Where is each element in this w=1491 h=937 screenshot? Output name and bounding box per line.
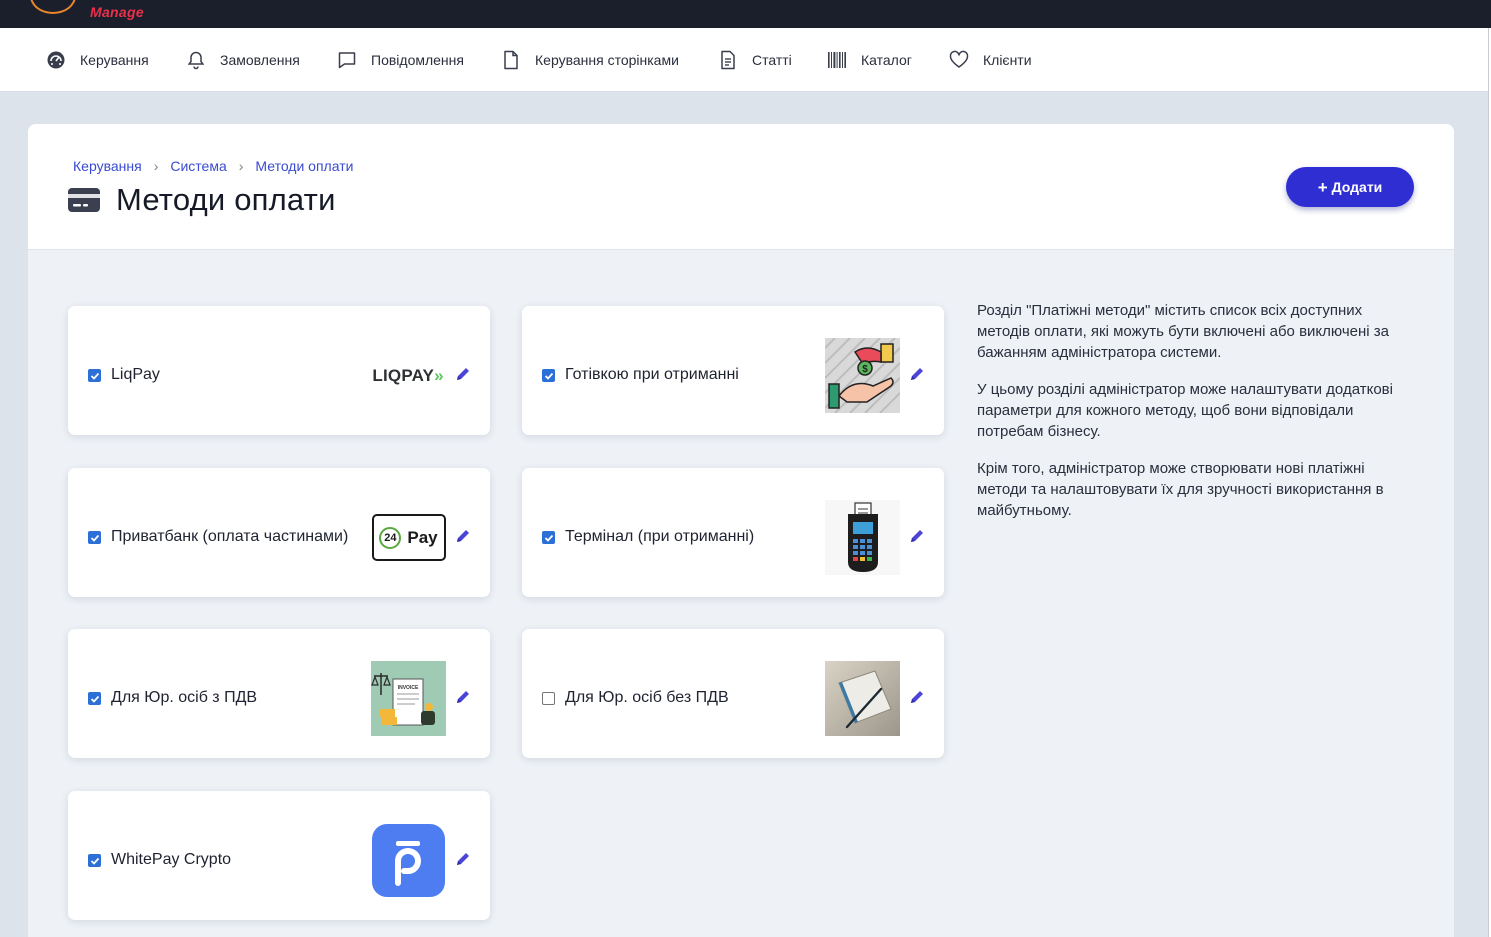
nav-item-orders[interactable]: Замовлення <box>186 28 300 92</box>
nav-item-label: Клієнти <box>983 52 1032 68</box>
bell-icon <box>187 51 205 70</box>
liqpay-logo: LIQPAY » <box>368 338 448 413</box>
breadcrumb: Керування › Система › Методи оплати <box>73 158 353 174</box>
nav-item-label: Статті <box>752 52 792 68</box>
check-icon <box>90 372 99 380</box>
breadcrumb-link-system[interactable]: Система <box>170 158 226 174</box>
nav-item-label: Керування сторінками <box>535 52 679 68</box>
payment-method-card: Приватбанк (оплата частинами) 24 Pay <box>68 468 490 597</box>
pencil-icon[interactable] <box>909 528 925 544</box>
main-nav: Керування Замовлення Повідомлення Керува… <box>0 28 1491 92</box>
payment-method-card: Готівкою при отриманні $ <box>522 306 944 435</box>
top-bar: Manage <box>0 0 1491 28</box>
pencil-icon[interactable] <box>455 528 471 544</box>
check-icon <box>90 695 99 703</box>
whitepay-logo-graphic <box>372 824 445 897</box>
payment-method-card: Для Юр. осіб з ПДВ INVOICE <box>68 629 490 758</box>
breadcrumb-current[interactable]: Методи оплати <box>255 158 353 174</box>
whitepay-logo <box>371 823 446 898</box>
chevron-right-icon: › <box>238 158 244 174</box>
credit-card-icon <box>68 188 100 212</box>
payment-method-label: Приватбанк (оплата частинами) <box>111 528 349 545</box>
liqpay-logo-text: LIQPAY <box>372 365 435 385</box>
pencil-icon[interactable] <box>909 366 925 382</box>
info-panel: Розділ "Платіжні методи" містить список … <box>977 300 1417 537</box>
pencil-icon[interactable] <box>455 689 471 705</box>
payment-method-label: Термінал (при отриманні) <box>565 528 755 545</box>
nav-item-catalog[interactable]: Каталог <box>827 28 912 92</box>
enable-checkbox[interactable] <box>542 692 555 705</box>
check-icon <box>544 372 553 380</box>
payment-method-label: LiqPay <box>111 366 160 383</box>
pay24-logo-text: Pay <box>407 527 438 547</box>
info-paragraph: У цьому розділі адміністратор може налаш… <box>977 381 1393 440</box>
enable-checkbox[interactable] <box>542 369 555 382</box>
payment-method-label: Для Юр. осіб з ПДВ <box>111 689 258 706</box>
page-icon <box>504 50 518 70</box>
notebook-pen-illustration <box>825 661 900 736</box>
nav-item-label: Каталог <box>861 52 912 68</box>
add-button-label: Додати <box>1331 179 1383 195</box>
enable-checkbox[interactable] <box>88 692 101 705</box>
info-paragraph: Розділ "Платіжні методи" містить список … <box>977 302 1389 361</box>
enable-checkbox[interactable] <box>88 854 101 867</box>
nav-item-messages[interactable]: Повідомлення <box>337 28 464 92</box>
invoice-illustration: INVOICE <box>371 661 446 736</box>
invoice-illustration-graphic: INVOICE <box>371 661 446 736</box>
pos-terminal-icon <box>825 500 900 575</box>
nav-item-label: Замовлення <box>220 52 300 68</box>
page-header: Керування › Система › Методи оплати Мето… <box>28 124 1454 250</box>
enable-checkbox[interactable] <box>542 531 555 544</box>
pencil-icon[interactable] <box>455 366 471 382</box>
nav-item-dashboard[interactable]: Керування <box>46 28 149 92</box>
pay24-logo-frame: 24 Pay <box>371 514 446 561</box>
logo-mark[interactable] <box>30 0 76 14</box>
check-icon <box>544 534 553 542</box>
title-row: Методи оплати <box>68 182 336 218</box>
pencil-icon[interactable] <box>909 689 925 705</box>
pay24-badge: 24 <box>379 526 402 549</box>
payment-method-card: Термінал (при отриманні) <box>522 468 944 597</box>
cash-hand-icon: $ <box>825 338 900 413</box>
payment-method-card: LiqPay LIQPAY » <box>68 306 490 435</box>
nav-item-articles[interactable]: Статті <box>718 28 792 92</box>
pay24-logo: 24 Pay <box>371 500 446 575</box>
heart-icon <box>949 50 969 68</box>
pos-terminal-illustration <box>825 500 900 575</box>
page-title: Методи оплати <box>116 182 336 217</box>
chevron-right-icon: › <box>153 158 159 174</box>
pencil-icon[interactable] <box>455 851 471 867</box>
invoice-text: INVOICE <box>398 685 419 691</box>
nav-item-pages[interactable]: Керування сторінками <box>501 28 679 92</box>
chat-icon <box>338 52 356 69</box>
nav-item-label: Керування <box>80 52 149 68</box>
payment-method-label: Для Юр. осіб без ПДВ <box>565 689 729 706</box>
dashboard-icon <box>47 51 65 69</box>
enable-checkbox[interactable] <box>88 531 101 544</box>
nav-item-label: Повідомлення <box>371 52 464 68</box>
nav-item-clients[interactable]: Клієнти <box>949 28 1032 92</box>
barcode-icon <box>828 52 846 68</box>
info-paragraph: Крім того, адміністратор може створювати… <box>977 460 1384 519</box>
cash-hand-illustration: $ <box>825 338 900 413</box>
notebook-pen-photo <box>825 661 900 736</box>
payment-method-label: WhitePay Crypto <box>111 851 232 868</box>
payment-method-label: Готівкою при отриманні <box>565 366 739 383</box>
plus-icon: + <box>1317 177 1328 197</box>
article-icon <box>721 50 735 70</box>
chevrons-right-icon: » <box>434 365 444 385</box>
check-icon <box>90 857 99 865</box>
logo-text[interactable]: Manage <box>90 4 144 20</box>
svg-text:$: $ <box>862 364 868 375</box>
payment-method-card: WhitePay Crypto <box>68 791 490 920</box>
add-button[interactable]: + Додати <box>1286 167 1414 207</box>
check-icon <box>90 534 99 542</box>
main-content: Керування › Система › Методи оплати Мето… <box>28 124 1454 937</box>
breadcrumb-link-dashboard[interactable]: Керування <box>73 158 142 174</box>
enable-checkbox[interactable] <box>88 369 101 382</box>
payment-method-card: Для Юр. осіб без ПДВ <box>522 629 944 758</box>
